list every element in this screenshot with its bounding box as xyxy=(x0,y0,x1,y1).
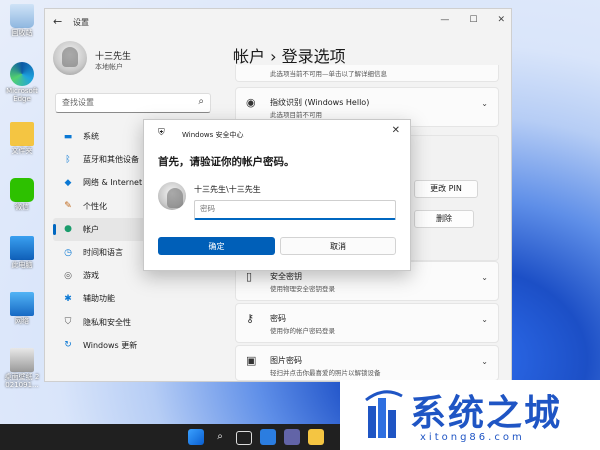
sidebar-item-label: Windows 更新 xyxy=(83,340,138,350)
sidebar-item-accessibility[interactable]: ✱ 辅助功能 xyxy=(53,287,221,310)
sidebar-item-label: 游戏 xyxy=(83,271,99,281)
start-icon[interactable] xyxy=(188,429,204,445)
watermark-url: xitong86.com xyxy=(420,432,525,443)
accessibility-icon: ✱ xyxy=(64,293,72,304)
desktop-icon-wechat[interactable]: 微信 xyxy=(4,178,40,211)
key-usb-icon: ▯ xyxy=(246,270,253,283)
close-icon[interactable]: ✕ xyxy=(392,125,400,136)
avatar xyxy=(158,182,186,210)
user-profile[interactable]: 十三先生 本地帐户 xyxy=(53,41,131,75)
card-subtitle: 使用你的帐户密码登录 xyxy=(270,327,335,335)
sidebar-item-label: 系统 xyxy=(83,132,99,142)
desktop-icon-network[interactable]: 网络 xyxy=(4,292,40,325)
this-pc-icon xyxy=(10,236,34,260)
back-arrow-icon[interactable]: ← xyxy=(53,15,62,28)
user-name: 十三先生 xyxy=(95,52,132,62)
change-pin-button[interactable]: 更改 PIN xyxy=(414,180,478,198)
card-title: 指纹识别 (Windows Hello) xyxy=(270,98,370,107)
chevron-down-icon: ⌄ xyxy=(481,273,488,282)
sidebar-item-label: 个性化 xyxy=(83,201,107,211)
folder-icon xyxy=(10,122,34,146)
card-title: 图片密码 xyxy=(270,356,302,365)
watermark: 系统之城 xitong86.com xyxy=(340,380,600,450)
title-bar: ← 设置 — ☐ ✕ xyxy=(45,9,511,35)
search-input[interactable] xyxy=(56,94,196,110)
desktop-icon-edge[interactable]: Microsoft Edge xyxy=(4,62,40,103)
chevron-down-icon: ⌄ xyxy=(481,357,488,366)
ok-button[interactable]: 确定 xyxy=(158,237,275,255)
card-title: 安全密钥 xyxy=(270,272,302,281)
page-title: 帐户 › 登录选项 xyxy=(233,47,346,66)
sidebar-item-privacy[interactable]: ⛉ 隐私和安全性 xyxy=(53,311,221,334)
key-icon: ⚷ xyxy=(246,312,255,325)
password-card[interactable]: ⚷ 密码 使用你的帐户密码登录 ⌄ xyxy=(235,303,499,343)
fingerprint-icon: ◉ xyxy=(246,96,256,109)
cancel-button[interactable]: 取消 xyxy=(280,237,396,255)
widgets-icon[interactable] xyxy=(260,429,276,445)
desktop-icon-folder[interactable]: 文件夹 xyxy=(4,122,40,155)
top-card-subtitle: 此选项当前不可用—单击以了解详细信息 xyxy=(270,70,387,78)
watermark-logo-icon xyxy=(365,390,403,438)
sidebar-item-label: 蓝牙和其他设备 xyxy=(83,155,139,165)
search-icon[interactable]: ⌕ xyxy=(212,429,228,445)
bluetooth-icon: ᛒ xyxy=(65,154,71,165)
password-field-box xyxy=(194,200,396,220)
card-title: 密码 xyxy=(270,314,286,323)
wifi-icon: ◆ xyxy=(64,177,72,188)
dialog-heading: 首先，请验证你的帐户密码。 xyxy=(158,156,295,168)
globe-clock-icon: ◷ xyxy=(64,247,72,258)
chevron-down-icon: ⌄ xyxy=(481,99,488,108)
sidebar-item-label: 帐户 xyxy=(83,224,99,234)
picture-password-card[interactable]: ▣ 图片密码 轻扫并点击你最喜爱的照片以解锁设备 ⌄ xyxy=(235,345,499,381)
maximize-icon[interactable]: ☐ xyxy=(469,15,477,25)
windows-security-dialog: ⛨ Windows 安全中心 ✕ 首先，请验证你的帐户密码。 十三先生\十三先生… xyxy=(143,119,411,271)
update-icon: ↻ xyxy=(64,340,72,351)
sidebar-item-label: 辅助功能 xyxy=(83,294,115,304)
person-icon: ● xyxy=(64,224,72,235)
card-subtitle: 轻扫并点击你最喜爱的照片以解锁设备 xyxy=(270,369,381,377)
desktop-icon-recycle-bin[interactable]: 回收站 xyxy=(4,4,40,37)
card-subtitle: 使用物理安全密钥登录 xyxy=(270,285,335,293)
watermark-text: 系统之城 xyxy=(410,393,563,434)
window-controls: — ☐ ✕ xyxy=(440,15,505,25)
account-name: 十三先生\十三先生 xyxy=(194,185,261,194)
search-icon[interactable]: ⌕ xyxy=(198,96,204,107)
remove-pin-button[interactable]: 删除 xyxy=(414,210,474,228)
chat-icon[interactable] xyxy=(284,429,300,445)
minimize-icon[interactable]: — xyxy=(440,15,449,25)
file-explorer-icon[interactable] xyxy=(308,429,324,445)
sidebar-item-windows-update[interactable]: ↻ Windows 更新 xyxy=(53,334,221,357)
top-card: 此选项当前不可用—单击以了解详细信息 xyxy=(235,65,499,82)
dialog-title: Windows 安全中心 xyxy=(182,131,244,139)
sidebar-item-label: 网络 & Internet xyxy=(83,178,143,188)
password-field[interactable] xyxy=(195,201,395,216)
taskbar-icons: ⌕ xyxy=(188,429,324,445)
account-type: 本地帐户 xyxy=(95,63,123,71)
network-icon xyxy=(10,292,34,316)
chevron-down-icon: ⌄ xyxy=(481,315,488,324)
desktop-icon-image-file[interactable]: 桌面壁纸 2021091... xyxy=(4,348,40,389)
shield-icon: ⛉ xyxy=(64,317,72,328)
recycle-bin-icon xyxy=(10,4,34,28)
monitor-icon: ▬ xyxy=(63,131,73,142)
edge-icon xyxy=(10,62,34,86)
close-icon[interactable]: ✕ xyxy=(497,15,505,25)
task-view-icon[interactable] xyxy=(236,431,252,445)
wechat-icon xyxy=(10,178,34,202)
avatar xyxy=(53,41,87,75)
sidebar-item-label: 隐私和安全性 xyxy=(83,317,131,327)
brush-icon: ✎ xyxy=(64,201,72,212)
sidebar-item-label: 时间和语言 xyxy=(83,248,123,258)
image-file-icon xyxy=(10,348,34,372)
search-box: ⌕ xyxy=(55,93,211,113)
window-title: 设置 xyxy=(73,18,89,27)
card-subtitle: 此选项目前不可用 xyxy=(270,111,322,119)
image-icon: ▣ xyxy=(246,354,257,367)
shield-icon: ⛨ xyxy=(158,128,165,138)
desktop-background: 回收站 Microsoft Edge 文件夹 微信 此电脑 网络 桌面壁纸 20… xyxy=(0,0,600,450)
gamepad-icon: ◎ xyxy=(64,270,72,281)
desktop-icon-this-pc[interactable]: 此电脑 xyxy=(4,236,40,269)
